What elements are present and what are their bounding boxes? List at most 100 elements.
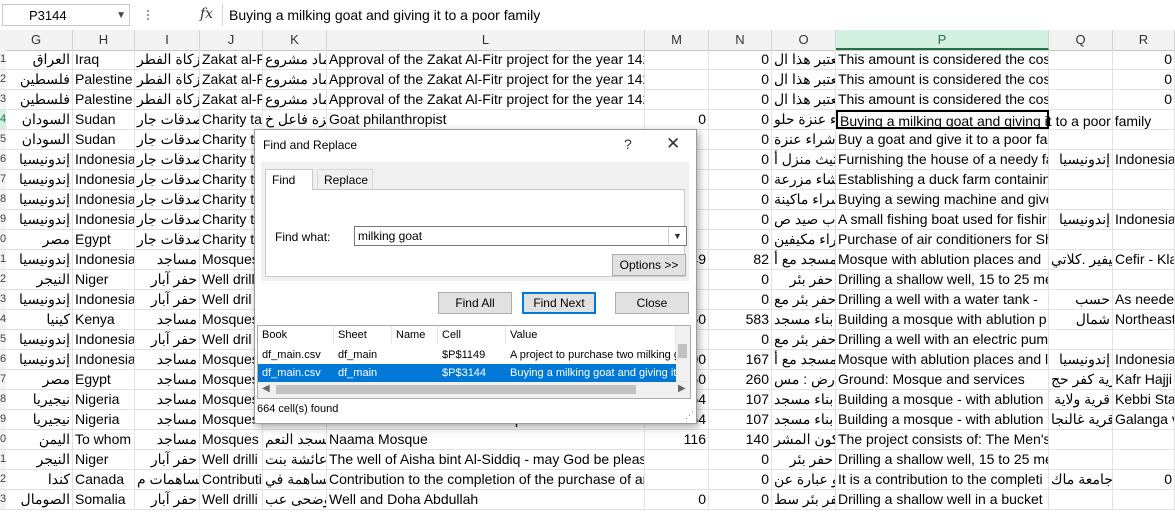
cell-i[interactable]: مساجد	[135, 370, 200, 389]
cell-p[interactable]: Drilling a shallow well, 15 to 25 me	[836, 450, 1049, 469]
cell-l[interactable]: Goat philanthropist	[327, 110, 645, 129]
row-number[interactable]: 4	[0, 110, 6, 129]
close-button[interactable]: Close	[615, 292, 689, 314]
cell-r[interactable]	[1113, 270, 1175, 289]
cell-q[interactable]	[1049, 270, 1113, 289]
cell-n[interactable]: 0	[709, 290, 772, 309]
scroll-left-icon[interactable]: ◀	[262, 383, 270, 394]
cell-i[interactable]: مساجد	[135, 430, 200, 449]
column-header-k[interactable]: K	[263, 30, 327, 50]
cell-g[interactable]: إندونيسيا	[0, 150, 73, 169]
cell-p[interactable]: Mosque with ablution places and	[836, 250, 1049, 269]
cell-m[interactable]	[645, 50, 709, 69]
cell-o[interactable]: حفر بئر	[772, 450, 836, 469]
cell-p[interactable]: Establishing a duck farm containing (10-…	[836, 170, 1049, 189]
cell-m[interactable]	[645, 70, 709, 89]
cell-p[interactable]: A small fishing boat used for fishir	[836, 210, 1049, 229]
cell-i[interactable]: مساهمات م	[135, 470, 200, 489]
cell-r[interactable]: Kebbi Stat	[1113, 390, 1175, 409]
horizontal-scrollbar[interactable]: ◀ ▶	[258, 381, 690, 398]
cell-h[interactable]: Indonesia	[73, 190, 135, 209]
results-row[interactable]: df_main.csv df_main $P$1149 A project to pu…	[258, 346, 676, 364]
column-header-q[interactable]: Q	[1049, 30, 1113, 50]
row-number[interactable]: 9	[0, 410, 6, 429]
row-number[interactable]: 0	[0, 430, 6, 449]
cell-n[interactable]: 82	[709, 250, 772, 269]
cell-m[interactable]	[645, 450, 709, 469]
find-all-button[interactable]: Find All	[438, 292, 512, 314]
find-next-button[interactable]: Find Next	[522, 292, 596, 314]
cell-r[interactable]: Kafr Hajji	[1113, 370, 1175, 389]
cell-n[interactable]: 0	[709, 230, 772, 249]
cell-r[interactable]	[1113, 170, 1175, 189]
cell-l[interactable]: Approval of the Zakat Al-Fitr project fo…	[327, 50, 645, 69]
cell-n[interactable]: 0	[709, 210, 772, 229]
cell-r[interactable]: Indonesia	[1113, 150, 1175, 169]
cell-n[interactable]: 0	[709, 330, 772, 349]
cell-r[interactable]	[1113, 230, 1175, 249]
insert-function-icon[interactable]: fx	[200, 6, 213, 22]
results-header-book[interactable]: Book	[258, 326, 334, 344]
find-what-combobox[interactable]: ▼	[354, 226, 687, 246]
cell-q[interactable]	[1049, 90, 1113, 109]
cell-o[interactable]: ويعتبر هذا ال	[772, 70, 836, 89]
find-what-input[interactable]	[358, 229, 658, 243]
cell-q[interactable]	[1049, 230, 1113, 249]
cell-p[interactable]: Drilling a shallow well, 15 to 25 me	[836, 270, 1049, 289]
cell-h[interactable]: Niger	[73, 270, 135, 289]
cell-p[interactable]: Building a mosque - with ablution	[836, 390, 1049, 409]
cell-g[interactable]: مصر	[0, 230, 73, 249]
cell-r[interactable]: Indonesia	[1113, 350, 1175, 369]
row-number[interactable]: 2	[0, 70, 6, 89]
cell-g[interactable]: كينيا	[0, 310, 73, 329]
cell-h[interactable]: Sudan	[73, 110, 135, 129]
cell-p[interactable]: This amount is considered the cos	[836, 50, 1049, 69]
chevron-down-icon[interactable]: ▼	[668, 227, 686, 245]
cell-o[interactable]: حفر بئر سط	[772, 490, 836, 509]
cell-g[interactable]: السودان	[0, 130, 73, 149]
cell-h[interactable]: Indonesia	[73, 150, 135, 169]
cell-o[interactable]: شراء عنزة حلو	[772, 110, 836, 129]
cell-r[interactable]	[1113, 130, 1175, 149]
results-header-cell[interactable]: Cell	[438, 326, 506, 344]
cell-h[interactable]: Indonesia	[73, 290, 135, 309]
cell-n[interactable]: 167	[709, 350, 772, 369]
row-number[interactable]: 2	[0, 270, 6, 289]
cell-o[interactable]: مسجد مع أ	[772, 250, 836, 269]
cell-r[interactable]: As needed	[1113, 290, 1175, 309]
cell-o[interactable]: شراء ماكينة	[772, 190, 836, 209]
cell-i[interactable]: حفر آبار	[135, 330, 200, 349]
cell-o[interactable]: تأثيث منزل أ	[772, 150, 836, 169]
row-number[interactable]: 8	[0, 190, 6, 209]
results-row[interactable]: df_main.csv df_main $P$3144 Buying a milkin…	[258, 364, 676, 382]
cell-m[interactable]	[645, 90, 709, 109]
cell-i[interactable]: صدقات جار	[135, 130, 200, 149]
cell-n[interactable]: 0	[709, 450, 772, 469]
cell-k[interactable]: اعتماد مشروع	[263, 90, 327, 109]
cell-g[interactable]: إندونيسيا	[0, 350, 73, 369]
cell-l[interactable]: The well of Aisha bint Al-Siddiq - may G…	[327, 450, 645, 469]
column-header-h[interactable]: H	[73, 30, 135, 50]
formula-input[interactable]: Buying a milking goat and giving it to a…	[222, 4, 1173, 26]
cell-i[interactable]: صدقات جار	[135, 110, 200, 129]
cell-r[interactable]	[1113, 190, 1175, 209]
cell-q[interactable]	[1049, 190, 1113, 209]
cell-l[interactable]: Well and Doha Abdullah	[327, 490, 645, 509]
cell-n[interactable]: 140	[709, 430, 772, 449]
cell-p[interactable]: Furnishing the house of a needy fa	[836, 150, 1049, 169]
options-button[interactable]: Options >>	[612, 254, 686, 276]
cell-o[interactable]: ويعتبر هذا ال	[772, 50, 836, 69]
cell-o[interactable]: بناء مسجد	[772, 390, 836, 409]
row-number[interactable]: 0	[0, 230, 6, 249]
cell-g[interactable]: فلسطين	[0, 70, 73, 89]
cell-o[interactable]: حفر بئر	[772, 270, 836, 289]
cell-q[interactable]: قرية ولاية	[1049, 390, 1113, 409]
cell-o[interactable]: الارض : مس	[772, 370, 836, 389]
cell-n[interactable]: 0	[709, 170, 772, 189]
cell-r[interactable]: 0	[1113, 50, 1175, 69]
cell-j[interactable]: Charity ta	[200, 110, 263, 129]
cell-g[interactable]: الصومال	[0, 490, 73, 509]
cell-i[interactable]: مساجد	[135, 250, 200, 269]
cell-q[interactable]	[1049, 170, 1113, 189]
cell-p[interactable]: Building a mosque - with ablution	[836, 410, 1049, 429]
